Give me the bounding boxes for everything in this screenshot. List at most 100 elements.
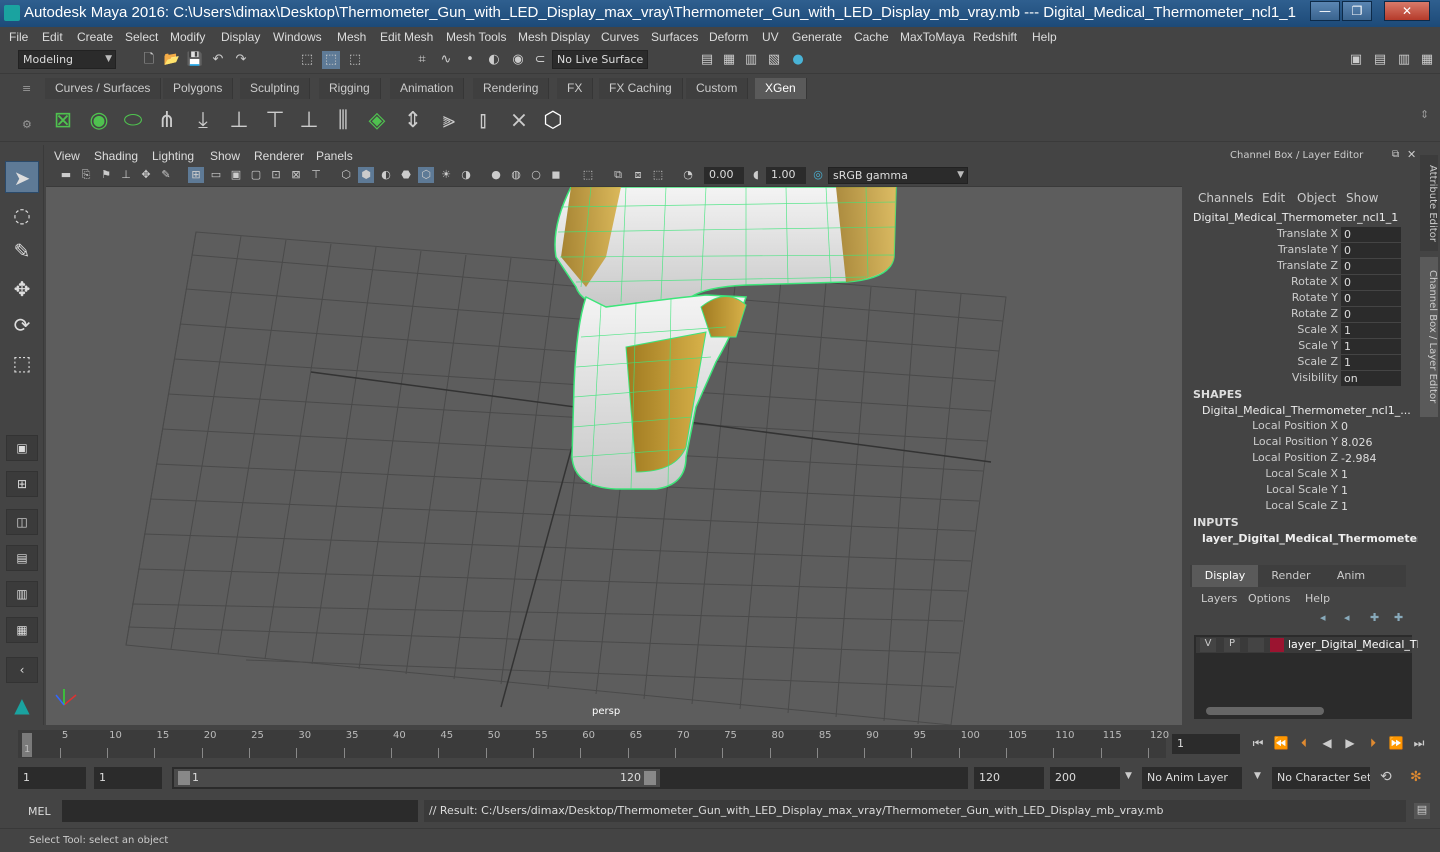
script-editor-icon[interactable]: ▤: [1414, 803, 1430, 819]
lights-icon[interactable]: ☀: [438, 167, 454, 183]
bookmark-icon[interactable]: ⚑: [98, 167, 114, 183]
object-name[interactable]: Digital_Medical_Thermometer_ncl1_1: [1193, 211, 1398, 224]
auto-key-icon[interactable]: ⟲: [1380, 769, 1392, 785]
layer-menu-help[interactable]: Help: [1305, 592, 1330, 605]
xray-active-icon[interactable]: ⧈: [630, 167, 646, 183]
default-material-icon[interactable]: ◐: [378, 167, 394, 183]
layout-expand-icon[interactable]: ‹: [6, 657, 38, 683]
guide-comb-icon[interactable]: ⫼: [328, 106, 358, 136]
camera-attr-icon[interactable]: ⎘: [78, 167, 94, 183]
add-guide-icon[interactable]: ⤓: [188, 106, 218, 136]
guide-plus-icon[interactable]: ⊥: [224, 106, 254, 136]
tab-animation[interactable]: Animation: [390, 78, 465, 99]
tab-sculpting[interactable]: Sculpting: [240, 78, 311, 99]
isolate-select-icon[interactable]: ⬚: [580, 167, 596, 183]
shape-attr-value[interactable]: 8.026: [1341, 435, 1373, 450]
attr-value[interactable]: 1: [1341, 339, 1401, 354]
dof-icon[interactable]: ◼: [548, 167, 564, 183]
shape-attr-value[interactable]: 1: [1341, 467, 1348, 482]
layer-type[interactable]: [1248, 638, 1264, 652]
menu-help[interactable]: Help: [1032, 30, 1057, 44]
tab-rendering[interactable]: Rendering: [473, 78, 550, 99]
shelf-menu-icon[interactable]: ≡: [22, 82, 31, 95]
float-panel-icon[interactable]: ⧉: [1392, 149, 1399, 160]
menu-cache[interactable]: Cache: [854, 30, 889, 44]
mode-dropdown[interactable]: Modeling ▼: [18, 50, 116, 69]
undo-icon[interactable]: ↶: [209, 51, 227, 69]
menu-deform[interactable]: Deform: [709, 30, 748, 44]
ssao-icon[interactable]: ●: [488, 167, 504, 183]
exposure-icon[interactable]: ◔: [680, 167, 696, 183]
tool-settings-toggle-icon[interactable]: ▥: [1395, 51, 1413, 69]
menu-surfaces[interactable]: Surfaces: [651, 30, 698, 44]
xgen-description-icon[interactable]: ⬭: [118, 106, 148, 136]
motion-blur-icon[interactable]: ◍: [508, 167, 524, 183]
current-frame-field[interactable]: 1: [1172, 734, 1240, 754]
minimize-button[interactable]: —: [1310, 1, 1340, 21]
step-back-frame-icon[interactable]: ⏴: [1294, 736, 1314, 752]
backface-icon[interactable]: ⬚: [650, 167, 666, 183]
tab-render[interactable]: Render: [1260, 565, 1322, 587]
animation-start-field[interactable]: 1: [18, 767, 86, 789]
camera-icon[interactable]: ▬: [58, 167, 74, 183]
attr-label[interactable]: Rotate Z: [1291, 307, 1338, 320]
attribute-editor-toggle-icon[interactable]: ▤: [1371, 51, 1389, 69]
tab-fx-caching[interactable]: FX Caching: [599, 78, 683, 99]
attr-value[interactable]: 0: [1341, 243, 1401, 258]
snap-surface-icon[interactable]: ◉: [509, 51, 527, 69]
layer-menu-options[interactable]: Options: [1248, 592, 1290, 605]
attr-label[interactable]: Rotate Y: [1292, 291, 1338, 304]
shape-attr-value[interactable]: 0: [1341, 419, 1348, 434]
play-forward-icon[interactable]: ▶: [1340, 736, 1360, 752]
safe-title-icon[interactable]: ⊤: [308, 167, 324, 183]
tab-fx[interactable]: FX: [557, 78, 594, 99]
chevron-down-icon[interactable]: ▼: [1125, 771, 1132, 781]
two-d-pan-icon[interactable]: ✥: [138, 167, 154, 183]
cb-menu-channels[interactable]: Channels: [1198, 191, 1254, 205]
step-forward-frame-icon[interactable]: ⏵: [1363, 736, 1383, 752]
shape-attr-label[interactable]: Local Scale Z: [1265, 499, 1338, 512]
vp-menu-view[interactable]: View: [54, 149, 80, 163]
range-end-grip[interactable]: [644, 771, 656, 785]
command-language-label[interactable]: MEL: [28, 805, 51, 818]
guide-lock-icon[interactable]: ⊥: [294, 106, 324, 136]
color-management-icon[interactable]: ◎: [810, 167, 826, 183]
cb-menu-object[interactable]: Object: [1297, 191, 1336, 205]
menu-mesh[interactable]: Mesh: [337, 30, 366, 44]
view-transform-dropdown[interactable]: sRGB gamma ▼: [828, 167, 968, 184]
shape-attr-label[interactable]: Local Position Z: [1252, 451, 1338, 464]
thermometer-model[interactable]: [554, 187, 897, 490]
close-button[interactable]: ✕: [1384, 1, 1430, 21]
rotate-tool-icon[interactable]: ⟳: [5, 309, 39, 341]
cb-menu-show[interactable]: Show: [1346, 191, 1378, 205]
menu-select[interactable]: Select: [125, 30, 158, 44]
new-scene-icon[interactable]: 🗋: [140, 51, 158, 69]
shape-attr-label[interactable]: Local Position X: [1252, 419, 1338, 432]
attr-label[interactable]: Translate Z: [1277, 259, 1338, 272]
layer-visibility[interactable]: V: [1200, 638, 1216, 652]
menu-uv[interactable]: UV: [762, 30, 779, 44]
grid-icon[interactable]: ⊞: [188, 167, 204, 183]
tab-channel-box[interactable]: Channel Box / Layer Editor: [1420, 257, 1438, 417]
attr-value[interactable]: 0: [1341, 275, 1401, 290]
lasso-tool-icon[interactable]: ◌: [5, 199, 39, 231]
single-view-layout-icon[interactable]: ▣: [6, 435, 38, 461]
layer-playback[interactable]: P: [1224, 638, 1240, 652]
live-surface-field[interactable]: No Live Surface: [552, 50, 648, 69]
menu-mesh-display[interactable]: Mesh Display: [518, 30, 590, 44]
exposure-field[interactable]: 0.00: [704, 167, 744, 184]
magnet-icon[interactable]: ⊂: [531, 51, 549, 69]
snap-view-icon[interactable]: ◐: [485, 51, 503, 69]
new-layer-selected-icon[interactable]: ✚: [1394, 611, 1403, 624]
guide-delete-icon[interactable]: ⨯: [504, 106, 534, 136]
resolution-gate-icon[interactable]: ▣: [228, 167, 244, 183]
shape-name[interactable]: Digital_Medical_Thermometer_ncl1_...: [1202, 404, 1411, 417]
shape-attr-value[interactable]: 1: [1341, 483, 1348, 498]
tab-rigging[interactable]: Rigging: [319, 78, 381, 99]
animation-end-field[interactable]: 200: [1050, 767, 1120, 789]
guide-layers-icon[interactable]: ◈: [362, 106, 392, 136]
four-view-layout-icon[interactable]: ⊞: [6, 471, 38, 497]
modeling-toolkit-icon[interactable]: ▣: [1347, 51, 1365, 69]
guide-cut-icon[interactable]: ⫾: [468, 106, 498, 136]
wireframe-on-shaded-icon[interactable]: ⬣: [398, 167, 414, 183]
